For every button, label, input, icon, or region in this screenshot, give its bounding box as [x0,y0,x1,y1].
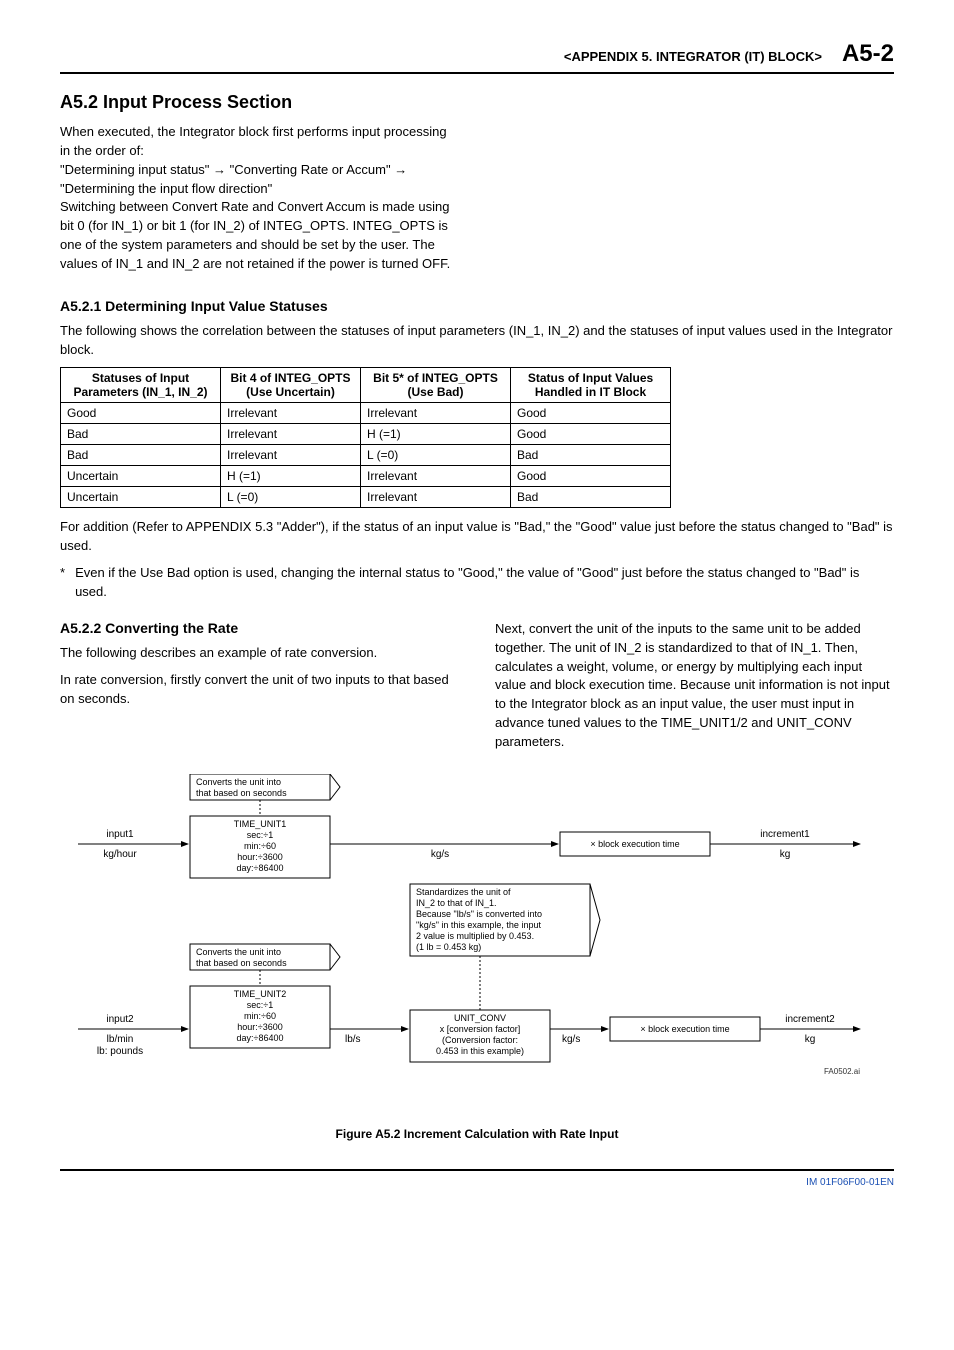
table-cell: Bad [61,445,221,466]
status-table: Statuses of Input Parameters (IN_1, IN_2… [60,367,671,508]
diag-tu2-sec: sec:÷1 [247,1000,273,1010]
diag-tu1-sec: sec:÷1 [247,830,273,840]
diag-blockexec2: × block execution time [640,1024,729,1034]
diag-increment2: increment2 [785,1014,835,1025]
table-row: BadIrrelevantH (=1)Good [61,424,671,445]
th-1: Bit 4 of INTEG_OPTS (Use Uncertain) [221,368,361,403]
footnote-mark: * [60,564,65,602]
diag-std2: IN_2 to that of IN_1. [416,898,497,908]
diag-tu2-title: TIME_UNIT2 [234,989,287,999]
sub2-left-1: The following describes an example of ra… [60,644,459,663]
diag-convhdr1a: Converts the unit into [196,777,281,787]
subsection-1-lead: The following shows the correlation betw… [60,322,894,360]
diag-unitconv-l3: 0.453 in this example) [436,1046,524,1056]
table-cell: Irrelevant [221,424,361,445]
diag-input2-unit2: lb: pounds [97,1046,143,1057]
table-cell: Irrelevant [361,487,511,508]
page-header: <APPENDIX 5. INTEGRATOR (IT) BLOCK> A5-2 [60,40,894,74]
diag-lbs: lb/s [345,1034,361,1045]
diag-kgs2: kg/s [562,1034,580,1045]
diag-kgs1: kg/s [431,849,449,860]
diag-unitconv-title: UNIT_CONV [454,1013,506,1023]
table-cell: H (=1) [221,466,361,487]
table-row: BadIrrelevantL (=0)Bad [61,445,671,466]
table-row: GoodIrrelevantIrrelevantGood [61,403,671,424]
table-cell: L (=0) [221,487,361,508]
diag-unitconv-l2: (Conversion factor: [442,1035,518,1045]
diag-tu2-day: day:÷86400 [237,1033,284,1043]
footnote: * Even if the Use Bad option is used, ch… [60,564,894,602]
diag-blockexec1: × block execution time [590,839,679,849]
table-cell: Good [511,466,671,487]
table-cell: Bad [61,424,221,445]
table-header-row: Statuses of Input Parameters (IN_1, IN_2… [61,368,671,403]
doc-number: IM 01F06F00-01EN [806,1177,894,1188]
diag-std3: Because "lb/s" is converted into [416,909,542,919]
subsection-2-title: A5.2.2 Converting the Rate [60,620,459,636]
table-cell: L (=0) [361,445,511,466]
diag-input2: input2 [106,1014,134,1025]
diag-input1: input1 [106,829,134,840]
table-cell: Good [61,403,221,424]
diag-increment1: increment1 [760,829,810,840]
footnote-text: Even if the Use Bad option is used, chan… [75,564,894,602]
diag-tu2-min: min:÷60 [244,1011,276,1021]
sub2-right: Next, convert the unit of the inputs to … [495,620,894,752]
diag-unitconv-l1: x [conversion factor] [440,1024,521,1034]
table-cell: Bad [511,445,671,466]
diag-input1-unit: kg/hour [103,849,137,860]
section-title: A5.2 Input Process Section [60,92,894,113]
table-row: UncertainL (=0)IrrelevantBad [61,487,671,508]
footer-bar: IM 01F06F00-01EN [60,1169,894,1188]
section-intro: When executed, the Integrator block firs… [60,123,460,274]
table-cell: Irrelevant [361,403,511,424]
figure-caption: Figure A5.2 Increment Calculation with R… [60,1127,894,1141]
diag-code: FA0502.ai [824,1067,860,1076]
diag-convhdr2a: Converts the unit into [196,947,281,957]
diag-kg2: kg [805,1034,816,1045]
table-after-note: For addition (Refer to APPENDIX 5.3 "Add… [60,518,894,556]
table-cell: H (=1) [361,424,511,445]
subsection-1-title: A5.2.1 Determining Input Value Statuses [60,298,894,314]
th-2: Bit 5* of INTEG_OPTS (Use Bad) [361,368,511,403]
diag-tu2-hour: hour:÷3600 [237,1022,282,1032]
diag-tu1-day: day:÷86400 [237,863,284,873]
diag-input2-unit1: lb/min [107,1034,134,1045]
table-cell: Irrelevant [361,466,511,487]
table-cell: Good [511,403,671,424]
diag-std4: "kg/s" in this example, the input [416,920,541,930]
chapter-title: <APPENDIX 5. INTEGRATOR (IT) BLOCK> [564,49,822,64]
diag-tu1-min: min:÷60 [244,841,276,851]
diag-std1: Standardizes the unit of [416,887,511,897]
diag-tu1-title: TIME_UNIT1 [234,819,287,829]
table-cell: Uncertain [61,466,221,487]
rate-diagram: Converts the unit into that based on sec… [60,774,894,1141]
table-cell: Irrelevant [221,445,361,466]
page-number: A5-2 [842,40,894,68]
diag-std6: (1 lb = 0.453 kg) [416,942,481,952]
diag-convhdr1b: that based on seconds [196,788,287,798]
table-row: UncertainH (=1)IrrelevantGood [61,466,671,487]
diag-std5: 2 value is multiplied by 0.453. [416,931,534,941]
table-cell: Good [511,424,671,445]
sub2-left-2: In rate conversion, firstly convert the … [60,671,459,709]
th-3: Status of Input Values Handled in IT Blo… [511,368,671,403]
diag-convhdr2b: that based on seconds [196,958,287,968]
diag-kg1: kg [780,849,791,860]
table-cell: Bad [511,487,671,508]
table-cell: Uncertain [61,487,221,508]
th-0: Statuses of Input Parameters (IN_1, IN_2… [61,368,221,403]
diag-tu1-hour: hour:÷3600 [237,852,282,862]
table-cell: Irrelevant [221,403,361,424]
